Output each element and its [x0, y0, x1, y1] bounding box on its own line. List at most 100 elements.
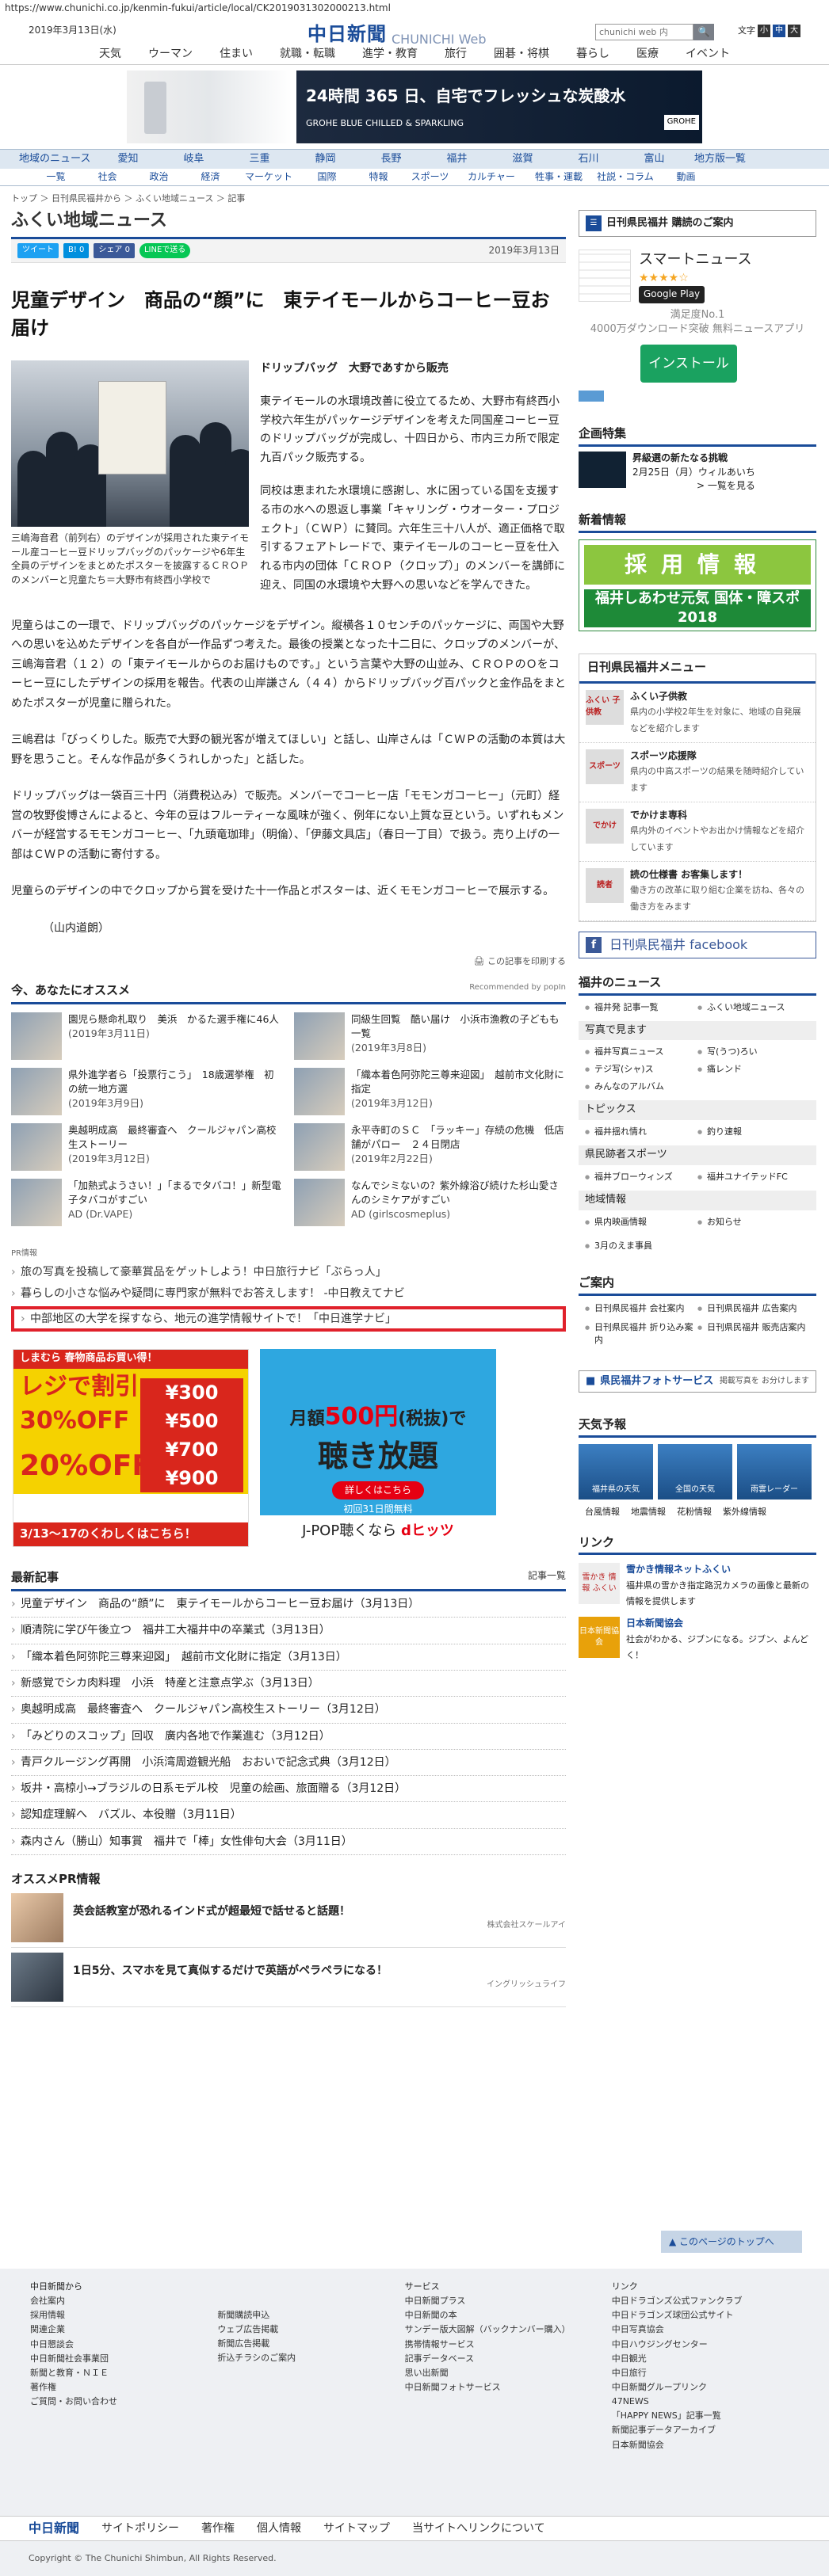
footer-bar-link[interactable]: 著作権 — [201, 2521, 235, 2536]
latest-item[interactable]: 「織本着色阿弥陀三尊来迎図」 越前市文化財に指定（3月13日） — [11, 1644, 566, 1671]
footer-link[interactable]: 中日新聞の本 — [405, 2308, 612, 2323]
guide-link[interactable]: 日刊県民福井 折り込み案内 — [585, 1318, 697, 1350]
top-banner-ad[interactable]: 24時間 365 日、自宅でフレッシュな炭酸水 GROHE BLUE CHILL… — [0, 68, 829, 146]
search-icon[interactable]: 🔍 — [693, 24, 714, 40]
search-input[interactable] — [595, 24, 693, 40]
fn-link[interactable]: 福井揺れ情れ — [585, 1123, 697, 1141]
weather-link[interactable]: 花粉情報 — [677, 1506, 712, 1519]
cat-item[interactable]: 富山 — [621, 152, 687, 167]
facebook-share-button[interactable]: シェア 0 — [94, 243, 135, 258]
footer-link[interactable]: 新聞と教育・ＮＩＥ — [30, 2366, 217, 2380]
weather-link[interactable]: 台風情報 — [585, 1506, 620, 1519]
cat-sub-item[interactable]: マーケット — [236, 170, 301, 184]
fn-link[interactable]: 3月のえま事員 — [585, 1237, 810, 1255]
photo-service-link[interactable]: ■ 県民福井フォトサービス 掲載写真を お分けします — [579, 1370, 816, 1393]
cat-item[interactable]: 地域のニュース — [19, 152, 95, 167]
font-size-small[interactable]: 小 — [758, 25, 770, 37]
latest-item[interactable]: 奥越明成高 最終審査へ クールジャパン高校生ストーリー（3月12日） — [11, 1697, 566, 1724]
hatena-button[interactable]: B! 0 — [63, 243, 90, 258]
cat-sub-item[interactable]: 牲事・運載 — [527, 170, 590, 184]
footer-link[interactable]: 新聞購読申込 — [217, 2308, 404, 2323]
recommend-card[interactable]: 同級生回覧 酷い届け 小浜市漁教の子どもも一覧 (2019年3月8日) — [294, 1012, 566, 1061]
footer-link[interactable]: 中日ドラゴンズ公式ファンクラブ — [612, 2294, 799, 2308]
menu-item[interactable]: 読者 読の仕様書 お客集します！ 働き方の改革に取り組む企業を訪ね、各々の働き方をみ… — [579, 862, 816, 921]
gnav-item[interactable]: 天気 — [86, 46, 135, 64]
cat-item[interactable]: 三重 — [227, 152, 292, 167]
recommend-card[interactable]: なんでシミないの？紫外線浴び続けた杉山愛さんのシミケアがすごい AD (girls… — [294, 1178, 566, 1228]
weather-radar[interactable]: 雨雲レーダー — [737, 1443, 812, 1499]
fn-link[interactable]: 釣り速報 — [697, 1123, 810, 1141]
recommend-card[interactable]: 永平寺町のＳＣ 「ラッキー」存続の危機 低店舗がパロー ２４日閉店 (2019年2… — [294, 1122, 566, 1172]
feature-more-link[interactable]: > 一覧を見る — [632, 479, 755, 493]
footer-link[interactable]: 中日観光 — [612, 2352, 799, 2366]
fn-link[interactable]: お知らせ — [697, 1214, 810, 1231]
menu-item[interactable]: ふくい 子供教 ふくい子供教 県内の小学校2年生を対象に、地域の自発展などを紹介しま… — [579, 684, 816, 743]
fn-link[interactable]: 痛レンド — [697, 1061, 810, 1078]
weather-fukui[interactable]: 福井県の天気 — [579, 1443, 653, 1499]
pr-item[interactable]: 旅の写真を投稿して豪華賞品をゲットしよう！中日旅行ナビ「ぶらっ人」 — [11, 1264, 566, 1281]
dhits-button[interactable]: 詳しくはこちら — [331, 1480, 424, 1500]
footer-link[interactable]: 中日新聞フォトサービス — [405, 2380, 612, 2395]
osusume-pr-item[interactable]: 英会話教室が恐れるインド式が超最短で話せると話題！ 株式会社スケールアイ — [11, 1888, 566, 1948]
footer-link[interactable]: 日本新聞協会 — [612, 2438, 799, 2452]
fn-link[interactable]: 写(うつ)ろい — [697, 1043, 810, 1061]
footer-link[interactable]: 中日新聞グループリンク — [612, 2380, 799, 2395]
recommend-card[interactable]: 園児ら懸命札取り 美浜 かるた選手権に46人 (2019年3月11日) — [11, 1012, 283, 1061]
gnav-item[interactable]: 進学・教育 — [349, 46, 431, 64]
latest-more-link[interactable]: 記事一覧 — [528, 1569, 566, 1587]
cat-item[interactable]: 愛知 — [95, 152, 161, 167]
footer-link[interactable]: 中日ハウジングセンター — [612, 2338, 799, 2352]
guide-link[interactable]: 日刊県民福井 会社案内 — [585, 1299, 697, 1318]
cat-sub-item[interactable]: 政治 — [133, 170, 185, 184]
fn-link[interactable]: 県内映画情報 — [585, 1214, 697, 1231]
gnav-item[interactable]: イベント — [672, 46, 743, 64]
footer-link[interactable]: 記事データベース — [405, 2352, 612, 2366]
recommend-card[interactable]: 県外進学者ら「投票行こう」 18歳選挙権 初の統一地方選 (2019年3月9日) — [11, 1067, 283, 1117]
cat-sub-item[interactable]: 社説・コラム — [590, 170, 660, 184]
footer-link[interactable]: 新聞記事データアーカイブ — [612, 2423, 799, 2437]
latest-item[interactable]: 坂井・高椋小→ブラジルの日系モデル校 児童の絵画、旅面贈る（3月12日） — [11, 1776, 566, 1803]
pr-item-highlighted[interactable]: 中部地区の大学を探すなら、地元の進学情報サイトで！「中日進学ナビ」 — [11, 1305, 566, 1332]
cat-item[interactable]: 静岡 — [292, 152, 358, 167]
footer-bar-link[interactable]: サイトポリシー — [101, 2521, 179, 2536]
footer-link[interactable]: サンデー版大図解（バックナンバー購入） — [405, 2323, 612, 2337]
footer-link[interactable]: 47NEWS — [612, 2395, 799, 2409]
guide-link[interactable]: 日刊県民福井 広告案内 — [697, 1299, 810, 1318]
fn-link[interactable]: テジ写(シャ)ス — [585, 1061, 697, 1078]
back-to-top[interactable]: ▲ このページのトップへ — [661, 2231, 802, 2253]
cat-sub-item[interactable]: 動画 — [660, 170, 712, 184]
latest-item[interactable]: 新感覚でシカ肉料理 小浜 特産と注意点学ぶ（3月13日） — [11, 1671, 566, 1698]
link-item[interactable]: 日本新聞協会 日本新聞協会 社会がわかる、ジブンになる。ジブン、よんどく！ — [579, 1617, 816, 1663]
cat-sub-item[interactable]: 一覧 — [30, 170, 82, 184]
latest-item[interactable]: 順清院に学び午後立つ 福井工大福井中の卒業式（3月13日） — [11, 1618, 566, 1644]
saiyo-banner[interactable]: 採用情報 福井しあわせ元気 国体・障スポ 2018 — [579, 539, 816, 632]
footer-link[interactable]: ウェブ広告掲載 — [217, 2323, 404, 2337]
cat-item[interactable]: 岐阜 — [161, 152, 227, 167]
recommend-card[interactable]: 「織本着色阿弥陀三尊来迎図」 越前市文化財に指定 (2019年3月12日) — [294, 1067, 566, 1117]
line-button[interactable]: LINEで送る — [139, 243, 191, 258]
footer-link[interactable]: 携帯情報サービス — [405, 2338, 612, 2352]
weather-national[interactable]: 全国の天気 — [658, 1443, 732, 1499]
footer-link[interactable]: 中日新聞社会事業団 — [30, 2352, 217, 2366]
footer-bar-link[interactable]: サイトマップ — [323, 2521, 390, 2536]
cat-item[interactable]: 地方版一覧 — [687, 152, 753, 167]
weather-link[interactable]: 地震情報 — [631, 1506, 666, 1519]
footer-link[interactable]: 採用情報 — [30, 2308, 217, 2323]
footer-link[interactable]: 関連企業 — [30, 2323, 217, 2337]
cat-sub-item[interactable]: 国際 — [301, 170, 353, 184]
gnav-item[interactable]: 暮らし — [563, 46, 623, 64]
cat-item[interactable]: 滋賀 — [490, 152, 556, 167]
footer-link[interactable]: 「HAPPY NEWS」記事一覧 — [612, 2409, 799, 2423]
footer-link[interactable]: ご質問・お問い合わせ — [30, 2395, 217, 2409]
cat-sub-item[interactable]: 経済 — [185, 170, 236, 184]
footer-link[interactable]: 中日懇談会 — [30, 2338, 217, 2352]
osusume-pr-item[interactable]: 1日5分、スマホを見て真似するだけで英語がペラペラになる！ イングリッシュライフ — [11, 1948, 566, 2007]
cat-sub-item[interactable]: スポーツ — [404, 170, 456, 184]
cat-item[interactable]: 福井 — [424, 152, 490, 167]
latest-item[interactable]: 森内さん（勝山）知事賞 福井で「棒」女性俳句大会（3月11日） — [11, 1829, 566, 1855]
subscribe-button[interactable]: ☰ 日刊県民福井 購読のご案内 — [579, 210, 816, 237]
footer-link[interactable]: 思い出新聞 — [405, 2366, 612, 2380]
fn-link[interactable]: ふくい地域ニュース — [697, 999, 810, 1016]
footer-link[interactable]: 会社案内 — [30, 2294, 217, 2308]
gnav-item[interactable]: 就職・転職 — [266, 46, 349, 64]
